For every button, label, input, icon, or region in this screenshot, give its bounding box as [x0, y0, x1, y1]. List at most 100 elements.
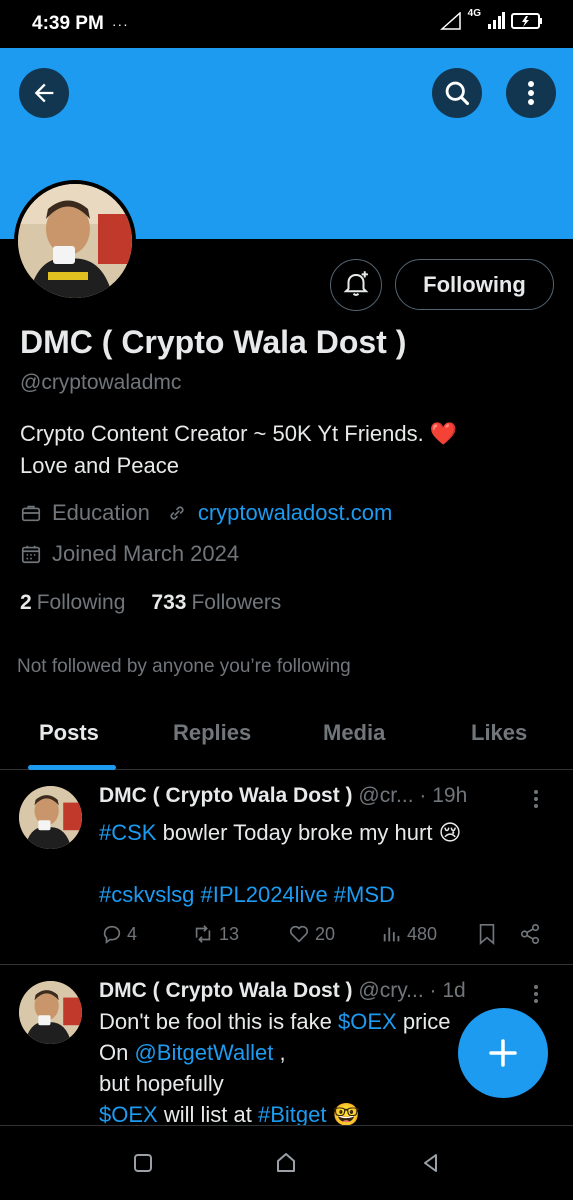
cashtag-link[interactable]: $OEX	[99, 1102, 158, 1125]
tweet-time: · 19h	[419, 784, 468, 807]
tweet-author-handle: @cry...	[358, 979, 424, 1002]
active-tab-indicator	[28, 765, 116, 770]
back-nav-button[interactable]	[418, 1150, 444, 1176]
tweet-text: Don't be fool this is fake	[99, 1009, 338, 1034]
repost-count: 13	[219, 923, 240, 944]
tweet-author-name[interactable]: DMC ( Crypto Wala Dost )	[99, 979, 353, 1002]
tweet-text: ,	[273, 1040, 286, 1065]
profile-joined-row: Joined March 2024	[20, 541, 239, 567]
hashtag-link[interactable]: #Bitget	[258, 1102, 327, 1125]
bell-plus-icon	[343, 271, 369, 296]
profile-avatar[interactable]	[14, 180, 136, 302]
repost-icon	[195, 925, 211, 943]
repost-button[interactable]: 13	[191, 923, 239, 945]
recents-button[interactable]	[130, 1150, 156, 1176]
profile-category: Education	[52, 500, 150, 525]
back-arrow-icon	[34, 83, 54, 103]
tweet-time: · 1d	[429, 979, 466, 1002]
tweet-avatar[interactable]	[19, 981, 82, 1044]
nerd-emoji: 🤓	[326, 1102, 360, 1126]
more-vertical-icon	[528, 81, 534, 105]
status-indicators: 4G	[439, 8, 543, 30]
tweet-actions: 4 13 20 480	[99, 923, 549, 951]
profile-tabs: Posts Replies Media Likes	[0, 710, 573, 770]
profile-joined-date: Joined March 2024	[52, 541, 240, 566]
notifications-bell-button[interactable]	[330, 259, 382, 311]
tweet-more-button[interactable]	[533, 789, 545, 814]
battery-icon	[511, 13, 542, 29]
following-count: 2	[20, 591, 32, 614]
bookmark-button[interactable]	[477, 923, 497, 945]
share-button[interactable]	[519, 923, 541, 945]
tab-posts[interactable]: Posts	[39, 720, 99, 746]
tab-likes[interactable]: Likes	[471, 720, 527, 746]
tweet-avatar[interactable]	[19, 786, 82, 849]
following-label: Following	[36, 591, 126, 614]
status-bar: 4:39 PM ··· 4G	[0, 0, 573, 48]
briefcase-icon	[20, 502, 42, 524]
follow-counts: 2 Following 733 Followers	[20, 591, 281, 615]
reply-count: 4	[127, 923, 138, 944]
tweet-header: DMC ( Crypto Wala Dost ) @cr... · 19h	[99, 784, 519, 808]
avatar-photo	[19, 981, 82, 1044]
more-vertical-icon	[534, 985, 538, 1003]
profile-bio: Crypto Content Creator ~ 50K Yt Friends.…	[20, 418, 540, 482]
tweet[interactable]: DMC ( Crypto Wala Dost ) @cr... · 19h #C…	[0, 771, 573, 965]
status-notification-dots: ···	[111, 16, 129, 32]
tweet-text: price	[396, 1009, 451, 1034]
like-button[interactable]: 20	[287, 923, 335, 945]
followers-count-link[interactable]: 733 Followers	[151, 591, 281, 615]
plus-icon	[489, 1039, 517, 1067]
recents-square-icon	[134, 1154, 152, 1172]
more-options-button[interactable]	[506, 68, 556, 118]
tweet-header: DMC ( Crypto Wala Dost ) @cry... · 1d	[99, 979, 519, 1003]
network-type-label: 4G	[467, 7, 481, 19]
search-icon	[445, 81, 470, 106]
views-button[interactable]: 480	[381, 923, 437, 945]
calendar-icon	[20, 543, 42, 565]
reply-icon	[103, 925, 121, 944]
back-triangle-icon	[424, 1154, 437, 1172]
tweet-text: On	[99, 1040, 135, 1065]
profile-display-name: DMC ( Crypto Wala Dost )	[20, 324, 407, 360]
tab-replies[interactable]: Replies	[173, 720, 251, 746]
signal-icon	[488, 12, 505, 29]
followers-label: Followers	[191, 591, 282, 614]
following-count-link[interactable]: 2 Following	[20, 591, 125, 615]
home-button[interactable]	[273, 1150, 299, 1176]
compose-post-button[interactable]	[458, 1008, 548, 1098]
bookmark-icon	[479, 924, 495, 945]
hashtag-link[interactable]: #CSK	[99, 820, 156, 845]
share-icon	[520, 924, 540, 944]
search-button[interactable]	[432, 68, 482, 118]
heart-emoji: ❤️	[429, 421, 458, 446]
cashtag-link[interactable]: $OEX	[338, 1009, 397, 1034]
followers-count: 733	[151, 591, 187, 614]
more-vertical-icon	[534, 790, 538, 808]
tab-media[interactable]: Media	[323, 720, 385, 746]
avatar-photo	[18, 184, 132, 298]
status-time: 4:39 PM	[32, 13, 104, 34]
tweet-text: bowler Today broke my hurt 😢	[156, 820, 462, 845]
like-count: 20	[315, 923, 336, 944]
tweet-text: will list at	[157, 1102, 258, 1126]
back-button[interactable]	[19, 68, 69, 118]
tweet-author-name[interactable]: DMC ( Crypto Wala Dost )	[99, 784, 353, 807]
following-button[interactable]: Following	[395, 259, 554, 310]
signal-empty-icon	[439, 12, 461, 30]
home-icon	[277, 1153, 295, 1172]
heart-icon	[289, 925, 309, 943]
avatar-photo	[19, 786, 82, 849]
system-navigation-bar	[0, 1126, 573, 1200]
profile-handle: @cryptowaladmc	[20, 371, 182, 394]
views-icon	[383, 927, 400, 942]
mention-link[interactable]: @BitgetWallet	[134, 1040, 273, 1065]
reply-button[interactable]: 4	[101, 923, 137, 945]
views-count: 480	[407, 923, 438, 944]
tweet-text: but hopefully	[99, 1071, 224, 1096]
bio-line-2: Love and Peace	[20, 453, 180, 478]
profile-meta-row: Education cryptowaladost.com	[20, 500, 392, 526]
profile-website-link[interactable]: cryptowaladost.com	[198, 500, 392, 526]
tweet-body: #CSK bowler Today broke my hurt 😢 #cskvs…	[99, 817, 539, 910]
hashtag-links[interactable]: #cskvslsg #IPL2024live #MSD	[99, 882, 395, 907]
